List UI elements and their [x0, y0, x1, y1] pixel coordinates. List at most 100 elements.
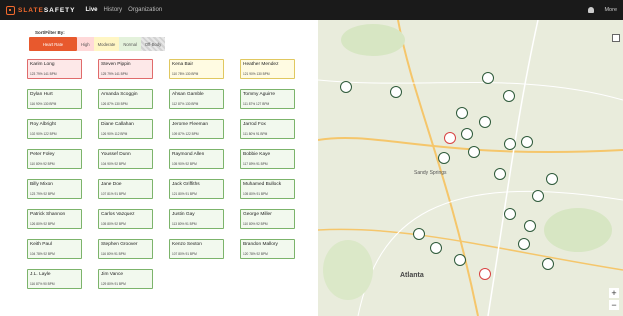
worker-card[interactable]: Raymond Allen 105 90% 92 BPM	[169, 149, 224, 169]
map-pin[interactable]	[430, 242, 442, 254]
nav-live[interactable]: Live	[85, 7, 97, 13]
map-pin[interactable]	[546, 173, 558, 185]
worker-name: George Miller	[243, 212, 272, 217]
worker-card[interactable]: Jane Doe 107 81% 91 BPM	[98, 179, 153, 199]
worker-name: Roy Albright	[30, 122, 56, 127]
worker-vitals: 126 87% 130 BPM	[101, 102, 128, 106]
worker-card[interactable]: Kena Bair 110 78% 130 BPM	[169, 59, 224, 79]
user-menu[interactable]: More	[604, 7, 617, 13]
nav-history[interactable]: History	[104, 7, 123, 13]
filter-off-body-chip[interactable]: Off-Body	[140, 37, 166, 51]
zoom-out-button[interactable]: −	[609, 300, 619, 310]
map-pin[interactable]	[524, 220, 536, 232]
worker-card[interactable]: Tommy Aguirre 111 87% 127 BPM	[240, 89, 295, 109]
map-pin[interactable]	[542, 258, 554, 270]
sort-heart-rate-label: Heart Rate	[42, 41, 64, 47]
worker-vitals: 123 79% 141 BPM	[30, 72, 57, 76]
worker-name: Dylan Hurt	[30, 92, 53, 97]
worker-name: Karim Long	[30, 62, 55, 67]
map-pin[interactable]	[454, 254, 466, 266]
worker-card[interactable]: Brandon Mallory 120 78% 92 BPM	[240, 239, 295, 259]
worker-card[interactable]: Ahsan Gamble 112 87% 130 BPM	[169, 89, 224, 109]
worker-card[interactable]: Peter Foley 110 80% 92 BPM	[27, 149, 82, 169]
map-pin[interactable]	[532, 190, 544, 202]
worker-name: Jarrod Fox	[243, 122, 266, 127]
worker-map[interactable]: Sandy Springs Atlanta + −	[318, 20, 623, 316]
worker-name: Diane Callahan	[101, 122, 134, 127]
worker-vitals: 107 81% 91 BPM	[101, 192, 126, 196]
top-navigation-bar: SLATESAFETY Live History Organization Mo…	[0, 0, 623, 20]
map-pin[interactable]	[504, 138, 516, 150]
worker-card[interactable]: Jerome Fleeman 109 87% 122 BPM	[169, 119, 224, 139]
worker-vitals: 123 79% 92 BPM	[30, 192, 55, 196]
worker-vitals: 102 90% 122 BPM	[30, 132, 57, 136]
worker-card[interactable]: Bobbie Kaye 117 89% 91 BPM	[240, 149, 295, 169]
worker-name: Steven Pippin	[101, 62, 131, 67]
worker-card[interactable]: Dylan Hurt 116 90% 130 BPM	[27, 89, 82, 109]
worker-card[interactable]: Amanda Scoggin 126 87% 130 BPM	[98, 89, 153, 109]
nav-organization[interactable]: Organization	[128, 7, 162, 13]
map-pin[interactable]	[340, 81, 352, 93]
worker-card[interactable]: Stephen Groover 116 80% 91 BPM	[98, 239, 153, 259]
map-pin[interactable]	[482, 72, 494, 84]
worker-card[interactable]: Heather Mendez 121 90% 130 BPM	[240, 59, 295, 79]
worker-card[interactable]: Jarrod Fox 111 80% 91 BPM	[240, 119, 295, 139]
map-pin[interactable]	[456, 107, 468, 119]
filter-high-chip[interactable]: High	[77, 37, 94, 51]
map-pin[interactable]	[503, 90, 515, 102]
map-pin[interactable]	[518, 238, 530, 250]
worker-vitals: 109 87% 122 BPM	[172, 132, 199, 136]
worker-card[interactable]: Steven Pippin 125 79% 141 BPM	[98, 59, 153, 79]
map-pin[interactable]	[504, 208, 516, 220]
worker-card[interactable]: Kenzo Sexton 107 80% 91 BPM	[169, 239, 224, 259]
worker-vitals: 125 79% 141 BPM	[101, 72, 128, 76]
map-pin-high[interactable]	[444, 132, 456, 144]
worker-card[interactable]: Diane Callahan 126 90% 112 BPM	[98, 119, 153, 139]
map-pin[interactable]	[479, 116, 491, 128]
map-pin[interactable]	[413, 228, 425, 240]
worker-card[interactable]: Justin Gay 113 80% 91 BPM	[169, 209, 224, 229]
worker-name: Ahsan Gamble	[172, 92, 204, 97]
fullscreen-icon[interactable]	[612, 34, 620, 42]
sort-filter-title: Sort/Filter By:	[35, 30, 65, 35]
worker-card[interactable]: J.L. Layle 116 87% 90 BPM	[27, 269, 82, 289]
zoom-in-button[interactable]: +	[609, 288, 619, 298]
map-pin[interactable]	[494, 168, 506, 180]
worker-vitals: 104 78% 92 BPM	[30, 252, 55, 256]
worker-vitals: 126 90% 112 BPM	[101, 132, 128, 136]
worker-card[interactable]: Karim Long 123 79% 141 BPM	[27, 59, 82, 79]
map-pin[interactable]	[468, 146, 480, 158]
worker-card[interactable]: Patrick Shannon 126 80% 92 BPM	[27, 209, 82, 229]
worker-vitals: 104 90% 92 BPM	[101, 162, 126, 166]
worker-card[interactable]: Muhamed Bullock 105 80% 91 BPM	[240, 179, 295, 199]
worker-vitals: 107 80% 91 BPM	[172, 252, 197, 256]
worker-vitals: 110 80% 92 BPM	[30, 162, 55, 166]
worker-card[interactable]: George Miller 110 80% 92 BPM	[240, 209, 295, 229]
map-pin[interactable]	[438, 152, 450, 164]
worker-name: Patrick Shannon	[30, 212, 66, 217]
worker-vitals: 121 80% 91 BPM	[172, 192, 197, 196]
worker-card[interactable]: Carlos Vazquez 105 80% 92 BPM	[98, 209, 153, 229]
map-pin[interactable]	[390, 86, 402, 98]
worker-card[interactable]: Jim Vance 129 80% 91 BPM	[98, 269, 153, 289]
worker-name: Justin Gay	[172, 212, 195, 217]
worker-vitals: 116 87% 90 BPM	[30, 282, 55, 286]
worker-card[interactable]: Billy Mixon 123 79% 92 BPM	[27, 179, 82, 199]
worker-name: Kenzo Sexton	[172, 242, 202, 247]
filter-normal-chip[interactable]: Normal	[119, 37, 141, 51]
worker-card[interactable]: Youssef Dunn 104 90% 92 BPM	[98, 149, 153, 169]
map-pin[interactable]	[461, 128, 473, 140]
slate-safety-logo[interactable]: SLATESAFETY	[6, 5, 75, 15]
worker-name: Tommy Aguirre	[243, 92, 275, 97]
worker-card[interactable]: Roy Albright 102 90% 122 BPM	[27, 119, 82, 139]
worker-vitals: 117 89% 91 BPM	[243, 162, 268, 166]
map-pin[interactable]	[521, 136, 533, 148]
worker-panel: Sort/Filter By: Heart Rate High Moderate…	[0, 20, 318, 316]
worker-card[interactable]: Keith Paul 104 78% 92 BPM	[27, 239, 82, 259]
worker-card[interactable]: Jack Griffiths 121 80% 91 BPM	[169, 179, 224, 199]
filter-moderate-chip[interactable]: Moderate	[93, 37, 120, 51]
bell-icon[interactable]	[588, 7, 595, 13]
map-pin-high[interactable]	[479, 268, 491, 280]
sort-heart-rate-button[interactable]: Heart Rate	[29, 37, 77, 51]
worker-vitals: 112 87% 130 BPM	[172, 102, 199, 106]
